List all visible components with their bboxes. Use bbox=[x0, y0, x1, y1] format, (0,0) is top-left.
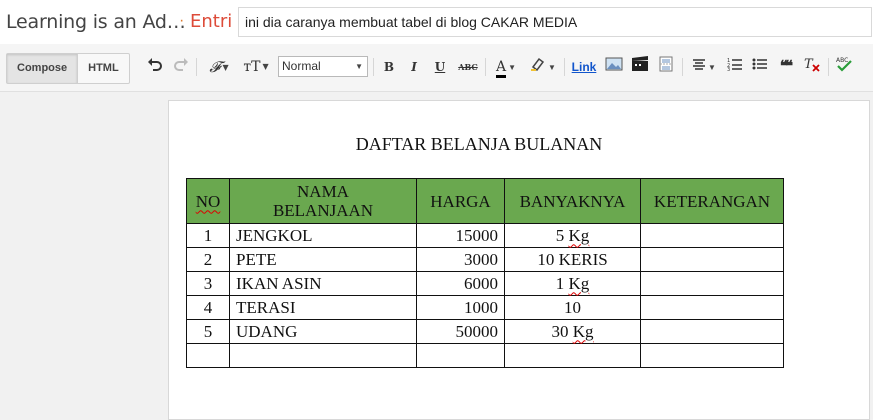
table-row: 5 UDANG 50000 30 Kg bbox=[186, 319, 784, 344]
numbered-list-icon[interactable]: 123 bbox=[726, 56, 744, 78]
cell-note[interactable] bbox=[640, 271, 784, 296]
font-family-button[interactable]: 𝓕 ▼ bbox=[203, 56, 235, 78]
breadcrumb-entri[interactable]: Entri bbox=[190, 11, 232, 32]
cell-note[interactable] bbox=[640, 247, 784, 272]
font-size-icon: ᴛT bbox=[243, 59, 261, 75]
cell-no[interactable]: 1 bbox=[186, 223, 230, 248]
insert-jump-break-icon[interactable] bbox=[656, 56, 676, 78]
cell-qty[interactable]: 30 Kg bbox=[504, 319, 641, 344]
italic-button[interactable]: I bbox=[405, 56, 423, 78]
cell-no[interactable]: 2 bbox=[186, 247, 230, 272]
toolbar-separator bbox=[373, 58, 374, 76]
redo-icon[interactable] bbox=[172, 56, 190, 78]
table-row-empty bbox=[186, 343, 784, 368]
cell-name[interactable]: IKAN ASIN bbox=[229, 271, 417, 296]
text-color-icon: A bbox=[495, 60, 507, 78]
cell-note[interactable] bbox=[640, 223, 784, 248]
bulleted-list-icon[interactable] bbox=[751, 56, 769, 78]
cell-price[interactable]: 1000 bbox=[416, 295, 505, 320]
chevron-down-icon: ▼ bbox=[222, 63, 229, 72]
highlight-color-button[interactable]: ▼ bbox=[527, 56, 559, 78]
remove-formatting-icon[interactable]: T bbox=[802, 56, 822, 78]
cell-note[interactable] bbox=[640, 319, 784, 344]
cell-price[interactable]: 15000 bbox=[416, 223, 505, 248]
bold-button[interactable]: B bbox=[380, 56, 398, 78]
strikethrough-button[interactable]: ABC bbox=[456, 56, 480, 78]
column-header-note: KETERANGAN bbox=[640, 178, 784, 224]
format-select[interactable]: Normal ▼ bbox=[278, 56, 368, 77]
toolbar-separator bbox=[196, 58, 197, 76]
editor-toolbar: Compose HTML 𝓕 ▼ ᴛT ▼ Normal ▼ B I U ABC A… bbox=[0, 44, 873, 92]
text-color-button[interactable]: A ▼ bbox=[491, 56, 521, 78]
cell-name[interactable] bbox=[229, 343, 417, 368]
table-row: 1 JENGKOL 15000 5 Kg bbox=[186, 223, 784, 248]
toolbar-separator bbox=[682, 58, 683, 76]
insert-video-icon[interactable] bbox=[630, 56, 650, 78]
cell-no[interactable]: 4 bbox=[186, 295, 230, 320]
cell-name[interactable]: JENGKOL bbox=[229, 223, 417, 248]
svg-text:3: 3 bbox=[727, 67, 730, 71]
title-bar: Learning is an Ad… · Entri bbox=[0, 0, 873, 44]
cell-price[interactable]: 6000 bbox=[416, 271, 505, 296]
html-tab[interactable]: HTML bbox=[77, 54, 129, 83]
chevron-down-icon: ▼ bbox=[708, 62, 716, 72]
table-header-row: NO NAMA BELANJAAN HARGA BANYAKNYA KETERA… bbox=[186, 178, 784, 224]
font-size-button[interactable]: ᴛT ▼ bbox=[240, 56, 272, 78]
post-title-input[interactable] bbox=[238, 7, 872, 37]
table-row: 4 TERASI 1000 10 bbox=[186, 295, 784, 320]
svg-text:ABC: ABC bbox=[836, 57, 848, 64]
align-center-icon bbox=[693, 59, 706, 70]
cell-note[interactable] bbox=[640, 295, 784, 320]
chevron-down-icon: ▼ bbox=[508, 62, 517, 72]
cell-name[interactable]: UDANG bbox=[229, 319, 417, 344]
quote-icon[interactable]: ❝❝ bbox=[776, 56, 794, 78]
cell-price[interactable] bbox=[416, 343, 505, 368]
column-header-price: HARGA bbox=[416, 178, 505, 224]
insert-image-icon[interactable] bbox=[604, 56, 624, 78]
post-editor[interactable]: DAFTAR BELANJA BULANAN NO NAMA BELANJAAN… bbox=[168, 100, 870, 420]
column-header-qty: BANYAKNYA bbox=[504, 178, 641, 224]
table-row: 3 IKAN ASIN 6000 1 Kg bbox=[186, 271, 784, 296]
spell-check-icon[interactable]: ABC bbox=[834, 56, 854, 78]
cell-no[interactable] bbox=[186, 343, 230, 368]
cell-price[interactable]: 3000 bbox=[416, 247, 505, 272]
link-button[interactable]: Link bbox=[570, 56, 598, 78]
toolbar-separator bbox=[828, 58, 829, 76]
shopping-table: NO NAMA BELANJAAN HARGA BANYAKNYA KETERA… bbox=[186, 178, 784, 368]
chevron-down-icon: ▼ bbox=[548, 62, 556, 72]
format-select-value: Normal bbox=[282, 59, 321, 73]
compose-tab[interactable]: Compose bbox=[7, 54, 78, 83]
post-heading: DAFTAR BELANJA BULANAN bbox=[355, 134, 603, 154]
font-family-icon: 𝓕 bbox=[209, 58, 221, 76]
chevron-down-icon: ▼ bbox=[355, 62, 363, 71]
undo-icon[interactable] bbox=[146, 56, 164, 78]
table-row: 2 PETE 3000 10 KERIS bbox=[186, 247, 784, 272]
cell-no[interactable]: 3 bbox=[186, 271, 230, 296]
toolbar-separator bbox=[485, 58, 486, 76]
cell-qty[interactable]: 10 KERIS bbox=[504, 247, 641, 272]
alignment-button[interactable]: ▼ bbox=[688, 56, 720, 78]
highlighter-icon bbox=[531, 57, 545, 72]
toolbar-separator bbox=[564, 58, 565, 76]
column-header-no: NO bbox=[186, 178, 230, 224]
blog-title[interactable]: Learning is an Ad… bbox=[6, 11, 186, 33]
cell-note[interactable] bbox=[640, 343, 784, 368]
cell-qty[interactable] bbox=[504, 343, 641, 368]
column-header-name: NAMA BELANJAAN bbox=[229, 178, 417, 224]
underline-button[interactable]: U bbox=[431, 56, 449, 78]
cell-qty[interactable]: 1 Kg bbox=[504, 271, 641, 296]
cell-price[interactable]: 50000 bbox=[416, 319, 505, 344]
chevron-down-icon: ▼ bbox=[262, 62, 269, 71]
cell-name[interactable]: PETE bbox=[229, 247, 417, 272]
cell-qty[interactable]: 5 Kg bbox=[504, 223, 641, 248]
breadcrumb-separator: · bbox=[179, 12, 185, 29]
mode-tabs: Compose HTML bbox=[6, 53, 130, 84]
cell-qty[interactable]: 10 bbox=[504, 295, 641, 320]
cell-no[interactable]: 5 bbox=[186, 319, 230, 344]
cell-name[interactable]: TERASI bbox=[229, 295, 417, 320]
svg-text:T: T bbox=[804, 57, 814, 72]
